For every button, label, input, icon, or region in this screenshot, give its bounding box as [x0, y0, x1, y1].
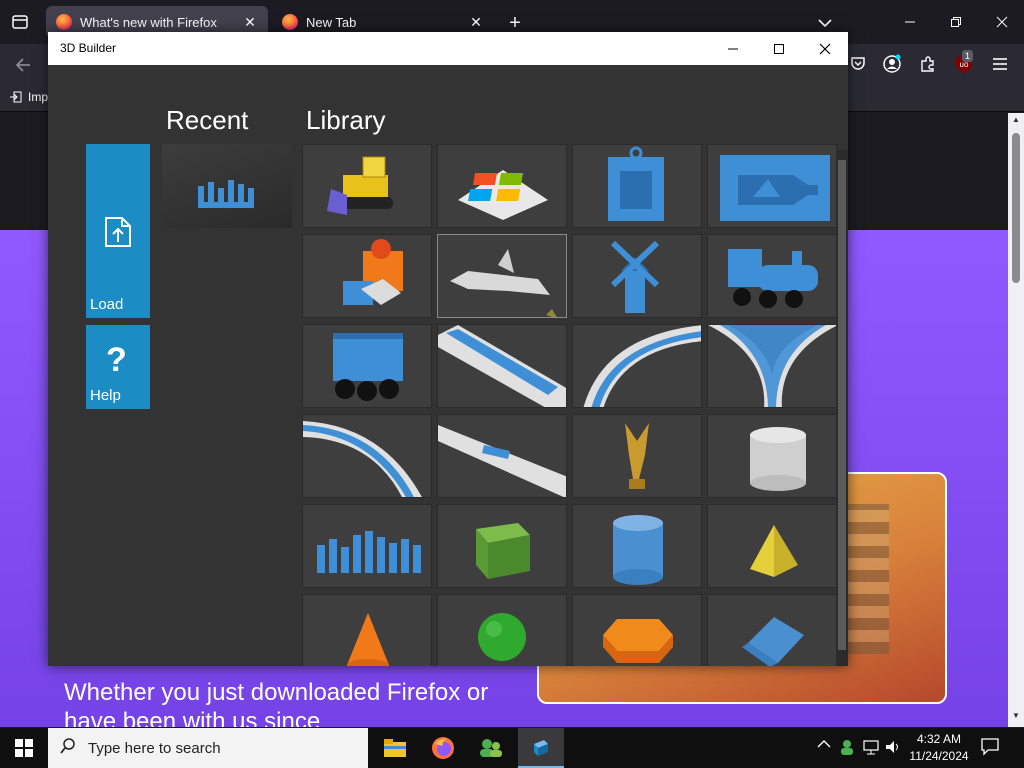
library-item-toy-train-car[interactable] — [302, 324, 432, 408]
browser-minimize-icon[interactable] — [890, 6, 930, 38]
library-item-cylinder-box[interactable] — [707, 414, 837, 498]
clock-time: 4:32 AM — [916, 732, 962, 746]
load-label: Load — [90, 296, 124, 313]
firefox-favicon-icon — [56, 14, 72, 30]
library-item-cube[interactable] — [437, 504, 567, 588]
extensions-puzzle-icon[interactable] — [916, 52, 940, 76]
library-item-cylinder[interactable] — [572, 504, 702, 588]
library-item-picture-frame-pendant[interactable] — [572, 144, 702, 228]
app-close-icon[interactable] — [802, 32, 848, 65]
library-item-sphere[interactable] — [437, 594, 567, 666]
library-item-gift-box[interactable] — [302, 234, 432, 318]
help-button[interactable]: ? Help — [86, 325, 150, 409]
recent-item-chess-set[interactable] — [162, 144, 292, 228]
account-icon[interactable] — [880, 52, 904, 76]
help-label: Help — [90, 387, 121, 404]
library-item-space-shuttle[interactable] — [437, 234, 567, 318]
tab-close-icon[interactable]: ✕ — [464, 10, 488, 34]
app-title: 3D Builder — [60, 41, 117, 55]
library-item-pyramid[interactable] — [707, 504, 837, 588]
library-item-y-switch-track[interactable] — [707, 324, 837, 408]
desktop-screen: { "browser": { "tabs": [ {"title": "What… — [0, 0, 1024, 768]
help-question-icon: ? — [106, 341, 127, 379]
tab-title: What's new with Firefox — [80, 14, 217, 30]
start-windows-icon[interactable] — [0, 728, 48, 768]
library-grid — [302, 144, 838, 666]
system-clock[interactable]: 4:32 AM 11/24/2024 — [900, 731, 978, 765]
3d-builder-window: 3D Builder Load ? Help Recent Library — [48, 32, 848, 666]
firefox-favicon-icon — [282, 14, 298, 30]
library-item-triangular-prism[interactable] — [707, 594, 837, 666]
pocket-icon[interactable] — [846, 52, 870, 76]
app-content: Load ? Help Recent Library — [48, 65, 848, 666]
library-item-bulldozer[interactable] — [302, 144, 432, 228]
browser-restore-icon[interactable] — [936, 6, 976, 38]
clock-date: 11/24/2024 — [909, 749, 969, 763]
search-placeholder: Type here to search — [88, 739, 221, 757]
notification-center-icon[interactable] — [980, 736, 1004, 760]
load-button[interactable]: Load — [86, 144, 150, 318]
library-item-curved-track[interactable] — [572, 324, 702, 408]
ublock-count-badge: 1 — [962, 50, 974, 62]
hero-heading: Whether you just downloaded Firefox or h… — [64, 679, 489, 727]
taskbar-search-box[interactable]: Type here to search — [48, 728, 368, 768]
search-icon — [60, 738, 76, 758]
taskbar: Type here to search 4:32 AM 11/24/2024 — [0, 728, 1024, 768]
library-item-curved-track-2[interactable] — [302, 414, 432, 498]
people-app-icon[interactable] — [468, 728, 514, 768]
page-scrollbar[interactable]: ▲ ▼ — [1008, 113, 1024, 727]
import-bookmarks-item[interactable]: Imp — [10, 90, 48, 104]
scrollbar-thumb[interactable] — [1012, 133, 1020, 283]
recent-heading: Recent — [166, 105, 249, 135]
show-hidden-icons-chevron-icon[interactable] — [814, 738, 834, 758]
back-arrow-icon[interactable] — [10, 52, 36, 78]
app-title-bar[interactable]: 3D Builder — [48, 32, 848, 65]
scroll-up-arrow-icon[interactable]: ▲ — [1008, 115, 1024, 127]
load-file-icon — [104, 216, 132, 253]
tray-people-icon[interactable] — [838, 738, 858, 758]
browser-close-icon[interactable] — [982, 6, 1022, 38]
app-minimize-icon[interactable] — [710, 32, 756, 65]
scroll-down-arrow-icon[interactable]: ▼ — [1008, 711, 1024, 723]
3d-builder-taskbar-icon[interactable] — [518, 728, 564, 768]
library-item-ship-in-bottle[interactable] — [707, 144, 837, 228]
library-item-windmill[interactable] — [572, 234, 702, 318]
hamburger-menu-icon[interactable] — [988, 52, 1012, 76]
network-icon[interactable] — [862, 738, 882, 758]
file-explorer-icon[interactable] — [372, 728, 418, 768]
library-item-straight-track-diagonal[interactable] — [437, 324, 567, 408]
library-item-cone[interactable] — [302, 594, 432, 666]
tab-title: New Tab — [306, 14, 357, 30]
library-item-color-tray[interactable] — [437, 144, 567, 228]
firefox-taskbar-icon[interactable] — [420, 728, 466, 768]
library-scrollbar[interactable]: ▼ — [836, 150, 848, 666]
library-heading: Library — [306, 105, 386, 135]
library-item-chess-set[interactable] — [302, 504, 432, 588]
library-item-trophy[interactable] — [572, 414, 702, 498]
library-scroll-thumb[interactable] — [838, 160, 846, 650]
list-all-tabs-icon[interactable] — [8, 10, 32, 34]
library-item-toy-train-engine[interactable] — [707, 234, 837, 318]
app-maximize-icon[interactable] — [756, 32, 802, 65]
library-item-hexagonal-prism[interactable] — [572, 594, 702, 666]
import-bookmarks-label: Imp — [28, 90, 49, 104]
library-item-straight-track[interactable] — [437, 414, 567, 498]
tab-close-icon[interactable]: ✕ — [238, 10, 262, 34]
import-icon — [10, 91, 22, 103]
